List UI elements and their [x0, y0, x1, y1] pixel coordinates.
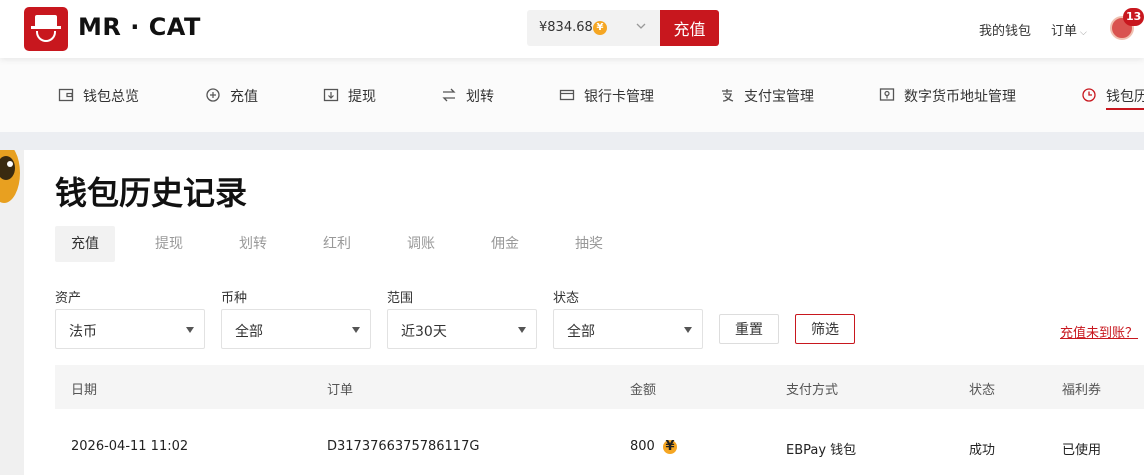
brand-logo[interactable]: [24, 7, 68, 51]
my-wallet-link[interactable]: 我的钱包: [979, 20, 1031, 39]
currency-value: 全部: [235, 324, 263, 340]
transfer-icon: [442, 88, 456, 102]
nav-label: 钱包总览: [83, 89, 139, 105]
balance-amount: ¥834.68: [539, 20, 593, 35]
cell-payment-method: EBPay 钱包: [786, 443, 857, 458]
caret-down-icon: [684, 327, 692, 333]
cell-order: D3173766375786117G: [327, 439, 480, 454]
alipay-icon: [722, 89, 734, 102]
status-value: 全部: [567, 324, 595, 340]
currency-label: 币种: [221, 291, 248, 306]
clock-icon: [1082, 88, 1096, 102]
cat-face-icon: [36, 31, 56, 42]
tab-commission[interactable]: 佣金: [491, 226, 519, 262]
chevron-down-icon: ⌵: [1080, 28, 1087, 38]
th-amount: 金额: [630, 383, 657, 398]
page-title: 钱包历史记录: [55, 174, 248, 212]
notification-badge: 13: [1123, 8, 1144, 26]
tab-withdraw[interactable]: 提现: [155, 226, 183, 262]
nav-label: 钱包历: [1106, 86, 1144, 110]
nav-label: 充值: [230, 89, 258, 105]
cell-status: 成功: [969, 443, 996, 458]
bank-card-icon: [559, 89, 575, 101]
nav-label: 提现: [348, 89, 376, 105]
wallet-nav: 钱包总览 充值 提现 划转 银行卡管理 支付宝管理 数字货币地址管理 钱包历: [0, 58, 1144, 132]
coin-icon: ¥: [593, 21, 607, 35]
caret-down-icon: [186, 327, 194, 333]
reset-button[interactable]: 重置: [719, 314, 779, 344]
th-order: 订单: [327, 383, 354, 398]
top-bar: MR · CAT ¥834.68 ¥ 充值 我的钱包 订单 ⌵ 13: [0, 0, 1144, 58]
tab-recharge[interactable]: 充值: [55, 226, 115, 262]
caret-down-icon: [352, 327, 360, 333]
tab-transfer[interactable]: 划转: [239, 226, 267, 262]
currency-select[interactable]: 全部: [221, 309, 371, 349]
range-label: 范围: [387, 291, 414, 306]
range-select[interactable]: 近30天: [387, 309, 537, 349]
tab-lottery[interactable]: 抽奖: [575, 226, 603, 262]
th-date: 日期: [71, 383, 98, 398]
coin-icon: ¥: [663, 440, 677, 454]
asset-value: 法币: [69, 324, 97, 340]
status-select[interactable]: 全部: [553, 309, 703, 349]
cell-coupon: 已使用: [1062, 443, 1102, 458]
recharge-icon: [206, 88, 220, 102]
withdraw-icon: [323, 88, 339, 102]
orders-label: 订单: [1051, 24, 1078, 39]
nav-label: 数字货币地址管理: [904, 89, 1016, 105]
hat-brim: [31, 26, 61, 29]
th-coupon: 福利券: [1062, 383, 1102, 398]
range-value: 近30天: [401, 324, 447, 340]
balance-dropdown[interactable]: ¥834.68 ¥: [527, 10, 660, 46]
missing-recharge-link[interactable]: 充值未到账？: [1060, 322, 1138, 341]
wallet-icon: [58, 88, 74, 102]
status-label: 状态: [553, 291, 580, 306]
recharge-button[interactable]: 充值: [660, 10, 719, 46]
tab-adjustment[interactable]: 调账: [407, 226, 435, 262]
tab-bonus[interactable]: 红利: [323, 226, 351, 262]
asset-label: 资产: [55, 291, 82, 306]
asset-select[interactable]: 法币: [55, 309, 205, 349]
cell-date: 2026-04-11 11:02: [71, 439, 189, 454]
cell-amount: 800: [630, 439, 655, 454]
filter-button[interactable]: 筛选: [795, 314, 855, 344]
banner-band: [0, 132, 1144, 150]
nav-label: 划转: [466, 89, 494, 105]
table-header: 日期 订单 金额 支付方式 状态 福利券: [55, 365, 1144, 409]
crypto-address-icon: [879, 88, 895, 101]
orders-menu[interactable]: 订单 ⌵: [1051, 20, 1087, 39]
brand-name[interactable]: MR · CAT: [78, 13, 201, 41]
th-status: 状态: [969, 383, 996, 398]
nav-label: 银行卡管理: [584, 89, 654, 105]
caret-down-icon: [518, 327, 526, 333]
chevron-down-icon: [635, 20, 647, 35]
nav-label: 支付宝管理: [744, 89, 814, 105]
th-payment-method: 支付方式: [786, 383, 839, 398]
